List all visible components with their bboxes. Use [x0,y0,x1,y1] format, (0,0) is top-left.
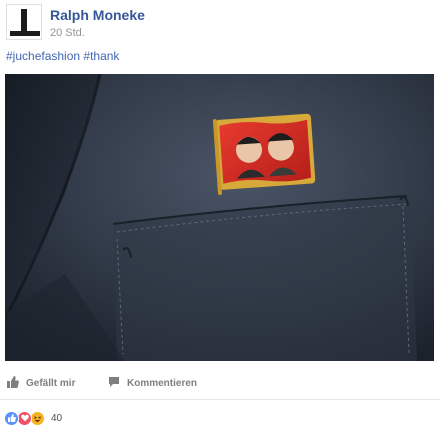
hashtag-link[interactable]: #thank [83,49,119,63]
laughing-face-reaction-icon [30,410,45,426]
speech-bubble-icon [108,376,120,391]
like-label: Gefällt mir [26,378,76,389]
comment-label: Kommentieren [127,378,198,389]
comment-button[interactable]: Kommentieren [108,376,197,391]
thumbs-up-icon [7,376,19,391]
hashtag-link[interactable]: #juchefashion [6,49,80,63]
like-button[interactable]: Gefällt mir [7,376,75,391]
post-text: #juchefashion #thank [6,49,119,63]
post-actions: Gefällt mir Kommentieren [0,372,440,400]
facebook-post: Ralph Moneke 20 Std. #juchefashion #than… [0,0,440,430]
post-header: Ralph Moneke 20 Std. [6,4,426,40]
post-photo[interactable] [5,74,434,361]
like-reaction-icon [4,410,19,426]
reactions-summary[interactable]: 40 [4,410,62,426]
photo-illustration [5,74,434,361]
reaction-count[interactable]: 40 [51,413,62,424]
avatar-glyph-bar [21,9,27,31]
post-timestamp[interactable]: 20 Std. [50,27,85,39]
author-name[interactable]: Ralph Moneke [50,7,145,23]
heart-reaction-icon [17,410,32,426]
avatar-glyph-base [10,31,40,36]
avatar[interactable] [6,4,42,40]
